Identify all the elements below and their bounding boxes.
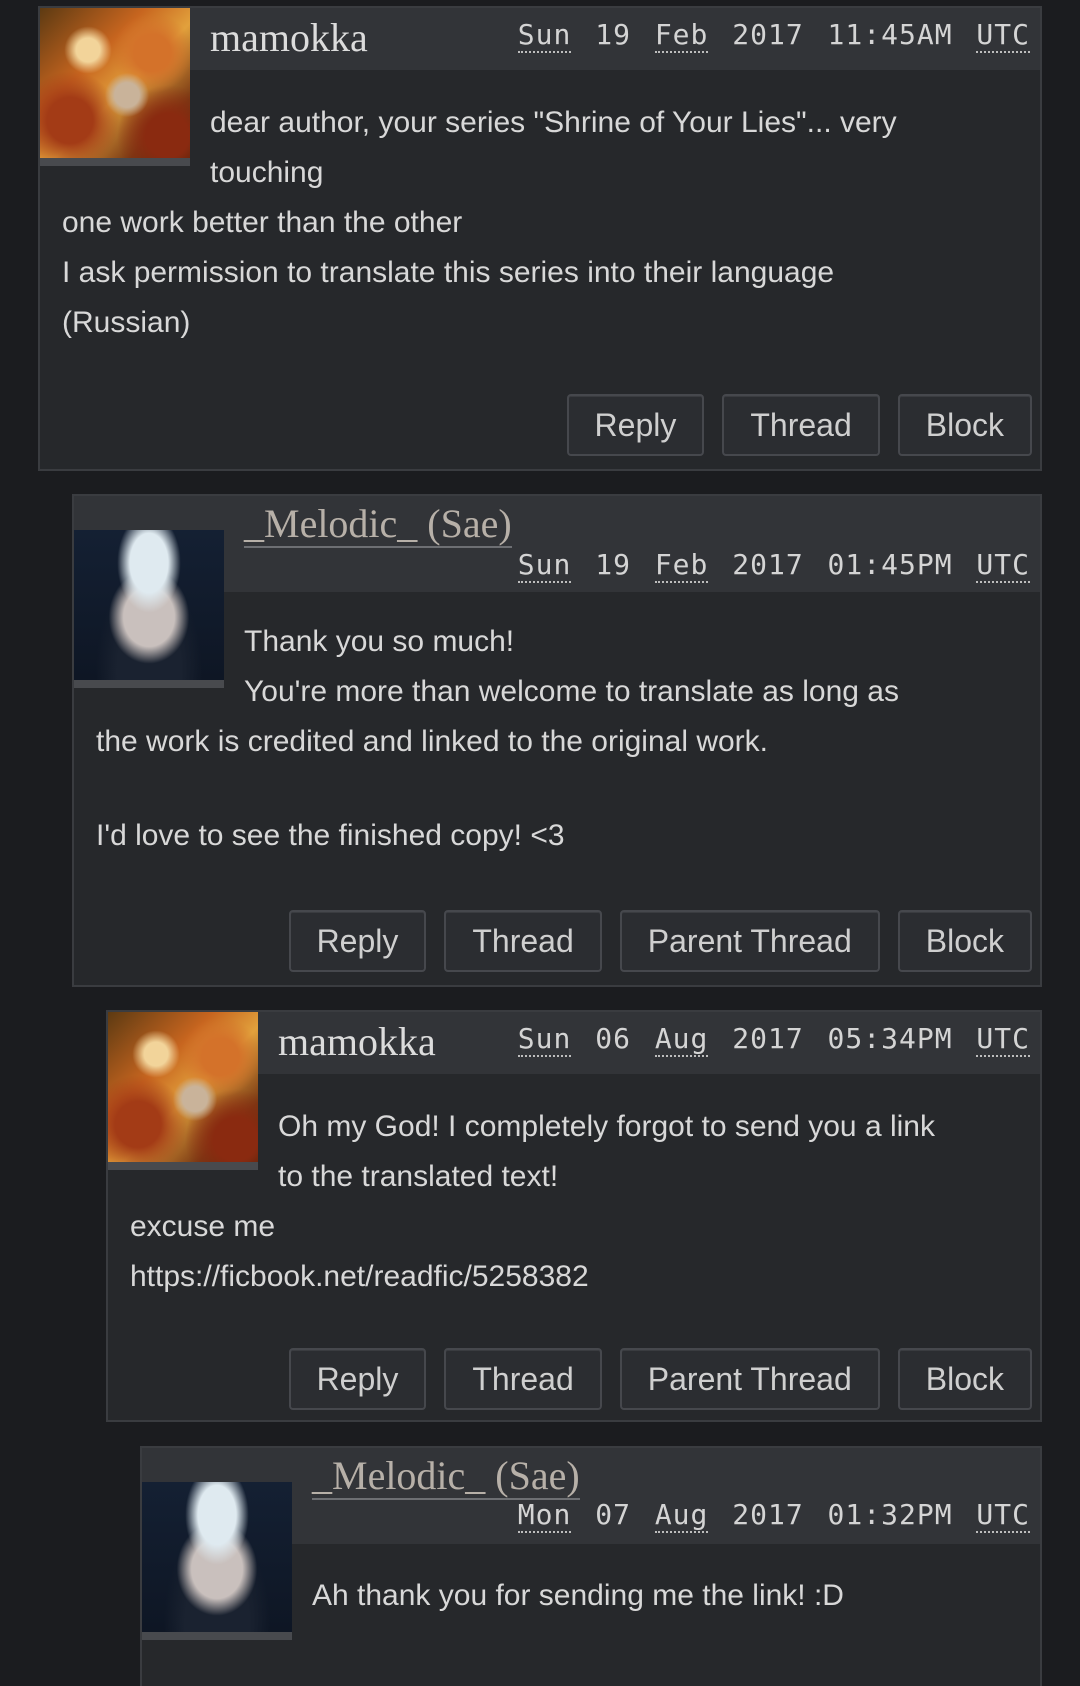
comment-actions: Reply Thread Block <box>566 394 1032 456</box>
date-time: 01:45PM <box>827 548 953 581</box>
comment-text-line: the work is credited and linked to the o… <box>96 725 769 758</box>
comment: _Melodic_ (Sae) Mon 07 Aug 2017 01:32PM … <box>140 1446 1042 1686</box>
reply-button[interactable]: Reply <box>288 1348 427 1410</box>
comment-text-line: Thank you so much! <box>244 625 515 658</box>
username: _Melodic_ (Sae) <box>244 500 512 548</box>
comment: mamokka Sun 19 Feb 2017 11:45AM UTC dear… <box>38 6 1042 471</box>
comment-body-beside: Ah thank you for sending me the link! :D <box>312 1571 844 1621</box>
comment-text-line: Ah thank you for sending me the link! :D <box>312 1579 844 1612</box>
comment-text-line: Oh my God! I completely forgot to send y… <box>278 1110 935 1143</box>
date-dd: 06 <box>595 1022 631 1055</box>
date-timezone: UTC <box>976 18 1030 53</box>
comment-date: Sun 19 Feb 2017 01:45PM UTC <box>517 548 1030 583</box>
date-month: Feb <box>654 548 709 583</box>
comment-link[interactable]: https://ficbook.net/readfic/5258382 <box>130 1252 589 1302</box>
avatar[interactable] <box>108 1012 258 1170</box>
date-month: Aug <box>654 1022 709 1057</box>
comment-actions: Reply Thread Parent Thread Block <box>288 910 1032 972</box>
comment-text-line <box>96 767 768 811</box>
comment-text-line: one work better than the other <box>62 206 463 239</box>
block-button[interactable]: Block <box>897 394 1032 456</box>
comment: mamokka Sun 06 Aug 2017 05:34PM UTC Oh m… <box>106 1010 1042 1422</box>
comment-text-line: to the translated text! <box>278 1160 559 1193</box>
username: _Melodic_ (Sae) <box>312 1452 580 1500</box>
comment: _Melodic_ (Sae) Sun 19 Feb 2017 01:45PM … <box>72 494 1042 987</box>
username-link[interactable]: _Melodic_ (Sae) <box>244 501 512 548</box>
comment-text-line: excuse me <box>130 1210 276 1243</box>
username[interactable]: mamokka <box>210 14 368 61</box>
comment-body: excuse me https://ficbook.net/readfic/52… <box>130 1202 589 1302</box>
date-time: 01:32PM <box>827 1498 953 1531</box>
date-day: Sun <box>517 1022 572 1057</box>
comment-body-beside: dear author, your series "Shrine of Your… <box>210 98 897 198</box>
comment-text-line: (Russian) <box>62 306 191 339</box>
date-time: 05:34PM <box>827 1022 953 1055</box>
comment-body-beside: Oh my God! I completely forgot to send y… <box>278 1102 935 1202</box>
username[interactable]: mamokka <box>278 1018 436 1065</box>
comment-text-line: You're more than welcome to translate as… <box>244 675 899 708</box>
date-timezone: UTC <box>976 1022 1030 1057</box>
comment-body: one work better than the other I ask per… <box>62 198 834 348</box>
date-day: Mon <box>517 1498 572 1533</box>
block-button[interactable]: Block <box>897 910 1032 972</box>
username-link[interactable]: _Melodic_ (Sae) <box>312 1453 580 1500</box>
date-timezone: UTC <box>976 1498 1030 1533</box>
parent-thread-button[interactable]: Parent Thread <box>619 910 880 972</box>
date-year: 2017 <box>732 548 804 581</box>
comment-date: Sun 06 Aug 2017 05:34PM UTC <box>517 1022 1030 1057</box>
reply-button[interactable]: Reply <box>288 910 427 972</box>
date-timezone: UTC <box>976 548 1030 583</box>
date-year: 2017 <box>732 1022 804 1055</box>
avatar[interactable] <box>74 530 224 688</box>
date-year: 2017 <box>732 18 804 51</box>
comment-text-line: I ask permission to translate this serie… <box>62 256 835 289</box>
date-dd: 19 <box>595 18 631 51</box>
comment-date: Sun 19 Feb 2017 11:45AM UTC <box>517 18 1030 53</box>
date-year: 2017 <box>732 1498 804 1531</box>
date-dd: 19 <box>595 548 631 581</box>
date-month: Aug <box>654 1498 709 1533</box>
date-time: 11:45AM <box>827 18 953 51</box>
comment-actions: Reply Thread Parent Thread Block <box>288 1348 1032 1410</box>
comment-body-beside: Thank you so much! You're more than welc… <box>244 617 899 717</box>
avatar[interactable] <box>142 1482 292 1640</box>
parent-thread-button[interactable]: Parent Thread <box>619 1348 880 1410</box>
thread-button[interactable]: Thread <box>444 1348 602 1410</box>
comment-text-line: dear author, your series "Shrine of Your… <box>210 106 897 139</box>
comment-text-line: I'd love to see the finished copy! <3 <box>96 819 565 852</box>
date-day: Sun <box>517 548 572 583</box>
thread-button[interactable]: Thread <box>444 910 602 972</box>
comment-body: the work is credited and linked to the o… <box>96 717 768 861</box>
date-month: Feb <box>654 18 709 53</box>
date-day: Sun <box>517 18 572 53</box>
block-button[interactable]: Block <box>897 1348 1032 1410</box>
reply-button[interactable]: Reply <box>566 394 705 456</box>
comment-date: Mon 07 Aug 2017 01:32PM UTC <box>517 1498 1030 1533</box>
avatar[interactable] <box>40 8 190 166</box>
comment-text-line: touching <box>210 156 324 189</box>
thread-button[interactable]: Thread <box>722 394 880 456</box>
date-dd: 07 <box>595 1498 631 1531</box>
